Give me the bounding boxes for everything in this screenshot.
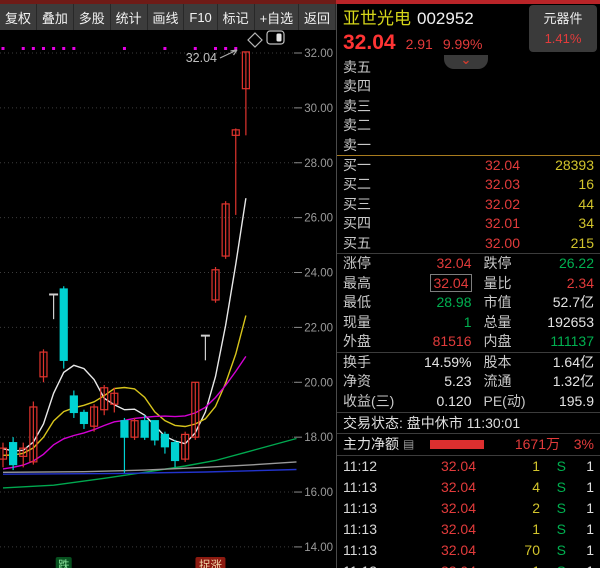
svg-text:32.00: 32.00	[304, 48, 333, 60]
svg-text:24.00: 24.00	[304, 268, 333, 280]
sector-change-pct: 1.41%	[529, 29, 597, 49]
price-change-pct: 9.99%	[443, 36, 483, 52]
long-ma-lines	[3, 439, 296, 488]
collapse-panel-tab[interactable]: ⌄	[444, 55, 488, 69]
main-flow-pct: 3%	[560, 436, 594, 452]
buy-level-row[interactable]: 买三32.0244	[337, 195, 600, 214]
svg-text:18.00: 18.00	[304, 432, 333, 444]
kline-chart[interactable]: 32.00 30.00 28.00 26.00 24.00 22.00 20.00 18.00…	[0, 30, 336, 568]
toolbar-button-8[interactable]: +自选	[255, 4, 299, 30]
chevron-down-icon: ⌄	[461, 52, 472, 67]
main-flow-bar	[430, 440, 484, 449]
toolbar-button-6[interactable]: F10	[184, 4, 217, 30]
sell-level-row[interactable]: 卖二	[337, 116, 600, 135]
stat-row: 收益(三)0.120PE(动)195.9	[337, 392, 600, 412]
toolbar: 复权叠加多股统计画线F10标记+自选返回	[0, 4, 336, 30]
buy-level-row[interactable]: 买一32.0428393	[337, 156, 600, 175]
price-annotation: 32.04	[186, 50, 237, 65]
sell-level-row[interactable]: 卖一	[337, 136, 600, 155]
toolbar-button-5[interactable]: 画线	[148, 4, 185, 30]
order-book-sells: 卖五卖四卖三卖二卖一	[337, 58, 600, 155]
sell-level-row[interactable]: 卖四	[337, 77, 600, 96]
stats-block-1: 涨停32.04跌停26.22最高32.04量比2.34最低28.98市值52.7…	[337, 254, 600, 352]
event-badge-up: 捉涨	[195, 557, 225, 568]
svg-text:20.00: 20.00	[304, 377, 333, 389]
grid-layer: 32.00 30.00 28.00 26.00 24.00 22.00 20.00 18.00…	[0, 48, 333, 554]
tick-trade-list: 11:1232.041S111:1332.044S111:1332.042S11…	[337, 456, 600, 568]
svg-text:32.04: 32.04	[186, 51, 217, 65]
tick-row: 11:1332.042S1	[337, 498, 600, 519]
quote-header: 亚世光电 002952 32.04 2.91 9.99% 元器件 1.41%	[337, 4, 600, 58]
tick-row: 11:1332.041S1	[337, 561, 600, 568]
svg-text:28.00: 28.00	[304, 158, 333, 170]
stock-code: 002952	[417, 9, 474, 28]
toolbar-button-9[interactable]: 返回	[299, 4, 336, 30]
tick-row: 11:1332.0470S1	[337, 540, 600, 561]
stat-row: 最高32.04量比2.34	[337, 274, 600, 294]
limit-up-dots	[2, 47, 238, 50]
toolbar-button-3[interactable]: 多股	[74, 4, 111, 30]
stat-row: 最低28.98市值52.7亿	[337, 293, 600, 313]
toolbar-button-4[interactable]: 统计	[111, 4, 148, 30]
stock-app-window: 复权叠加多股统计画线F10标记+自选返回 32.00 30.00 28.00 26.0…	[0, 0, 600, 568]
stat-row: 现量1总量192653	[337, 313, 600, 333]
tick-row: 11:1332.041S1	[337, 519, 600, 540]
main-flow-value: 1671万	[515, 434, 560, 454]
event-badge-down: 跌	[56, 557, 72, 568]
svg-text:14.00: 14.00	[304, 542, 333, 554]
main-flow-label: 主力净额	[343, 434, 399, 454]
svg-text:22.00: 22.00	[304, 322, 333, 334]
stock-name: 亚世光电	[343, 9, 411, 28]
svg-text:30.00: 30.00	[304, 103, 333, 115]
main-capital-flow-row[interactable]: 主力净额 ▤ 1671万 3%	[337, 434, 600, 455]
long-ma-green	[3, 439, 296, 488]
diamond-marker-icon[interactable]	[248, 33, 262, 47]
order-book-buys: 买一32.0428393买二32.0316买三32.0244买四32.0134买…	[337, 156, 600, 253]
sector-name: 元器件	[529, 9, 597, 29]
list-detail-icon[interactable]: ▤	[403, 437, 414, 451]
stat-row: 净资5.23流通1.32亿	[337, 372, 600, 392]
sector-badge[interactable]: 元器件 1.41%	[529, 5, 597, 52]
stats-block-2: 换手14.59%股本1.64亿净资5.23流通1.32亿收益(三)0.120PE…	[337, 353, 600, 412]
tick-row: 11:1232.041S1	[337, 456, 600, 477]
svg-text:跌: 跌	[58, 558, 70, 568]
quote-panel: 亚世光电 002952 32.04 2.91 9.99% 元器件 1.41% 卖五卖四…	[336, 4, 600, 568]
stat-row: 涨停32.04跌停26.22	[337, 254, 600, 274]
stat-row: 外盘81516内盘111137	[337, 332, 600, 352]
sell-level-row[interactable]: 卖三	[337, 97, 600, 116]
trading-status: 交易状态: 盘中休市 11:30:01	[337, 413, 600, 433]
svg-text:16.00: 16.00	[304, 487, 333, 499]
buy-level-row[interactable]: 买四32.0134	[337, 214, 600, 233]
panel-toggle-icon[interactable]	[267, 31, 284, 44]
toolbar-button-1[interactable]: 复权	[0, 4, 37, 30]
price-change: 2.91	[406, 36, 433, 52]
buy-level-row[interactable]: 买二32.0316	[337, 175, 600, 194]
svg-text:26.00: 26.00	[304, 213, 333, 225]
last-price: 32.04	[343, 31, 396, 54]
toolbar-button-2[interactable]: 叠加	[37, 4, 74, 30]
buy-level-row[interactable]: 买五32.00215	[337, 234, 600, 253]
svg-text:捉涨: 捉涨	[199, 558, 222, 568]
stat-row: 换手14.59%股本1.64亿	[337, 353, 600, 373]
toolbar-button-7[interactable]: 标记	[218, 4, 255, 30]
tick-row: 11:1332.044S1	[337, 477, 600, 498]
